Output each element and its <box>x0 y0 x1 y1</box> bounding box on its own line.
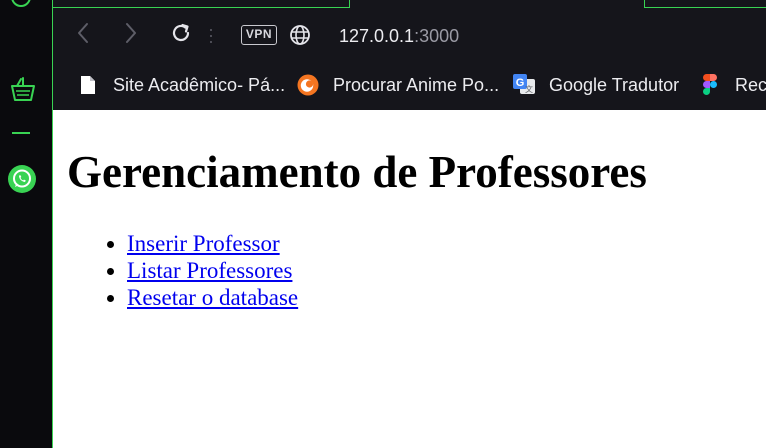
bookmark-item[interactable]: Procurar Anime Po... <box>297 72 499 98</box>
globe-icon[interactable] <box>289 24 311 46</box>
bookmark-label: Rece <box>735 74 766 95</box>
bookmark-label: Google Tradutor <box>549 74 680 95</box>
listar-professores-link[interactable]: Listar Professores <box>127 258 292 283</box>
svg-text:G: G <box>516 77 525 89</box>
bookmark-label: Site Acadêmico- Pá... <box>113 74 286 95</box>
crunchyroll-icon <box>297 74 319 96</box>
list-item: Inserir Professor <box>127 230 298 257</box>
chevron-right-icon <box>126 23 136 43</box>
address-bar[interactable]: 127.0.0.1:3000 <box>339 24 459 48</box>
bookmark-item[interactable]: G 文 Google Tradutor <box>513 72 679 98</box>
page-content: Gerenciamento de Professores Inserir Pro… <box>53 110 766 448</box>
bookmarks-bar: Site Acadêmico- Pá... Procurar Anime Po.… <box>53 64 766 110</box>
url-port: :3000 <box>414 26 460 46</box>
figma-icon <box>699 74 721 96</box>
bookmark-item[interactable]: Rece <box>699 72 766 98</box>
more-dots-icon: · · · <box>208 19 214 51</box>
google-translate-icon: G 文 <box>513 74 535 96</box>
svg-text:文: 文 <box>525 84 533 94</box>
whatsapp-icon[interactable] <box>7 164 37 194</box>
sidebar-divider <box>12 132 30 134</box>
reload-button[interactable] <box>170 22 192 44</box>
inserir-professor-link[interactable]: Inserir Professor <box>127 231 280 256</box>
forward-button[interactable] <box>120 22 142 44</box>
chevron-left-icon <box>78 23 88 43</box>
reload-icon <box>172 23 190 42</box>
resetar-database-link[interactable]: Resetar o database <box>127 285 298 310</box>
window-frame-accent <box>52 0 350 8</box>
window-frame-accent <box>644 0 766 8</box>
document-icon <box>77 74 99 96</box>
back-button[interactable] <box>72 22 94 44</box>
browser-window: · · · VPN 127.0.0.1:3000 Site Acadêmico- P… <box>52 0 766 448</box>
bookmark-item[interactable]: Site Acadêmico- Pá... <box>77 72 285 98</box>
app-logo-icon[interactable] <box>10 0 32 8</box>
cleaner-basket-icon[interactable] <box>9 76 37 102</box>
sidebar <box>0 0 52 448</box>
vpn-badge[interactable]: VPN <box>241 25 277 45</box>
url-host: 127.0.0.1 <box>339 26 415 46</box>
list-item: Listar Professores <box>127 257 298 284</box>
page-title: Gerenciamento de Professores <box>67 147 647 197</box>
menu-list: Inserir Professor Listar Professores Res… <box>127 230 298 311</box>
browser-toolbar: · · · VPN 127.0.0.1:3000 <box>53 8 766 64</box>
list-item: Resetar o database <box>127 284 298 311</box>
bookmark-label: Procurar Anime Po... <box>333 74 500 95</box>
